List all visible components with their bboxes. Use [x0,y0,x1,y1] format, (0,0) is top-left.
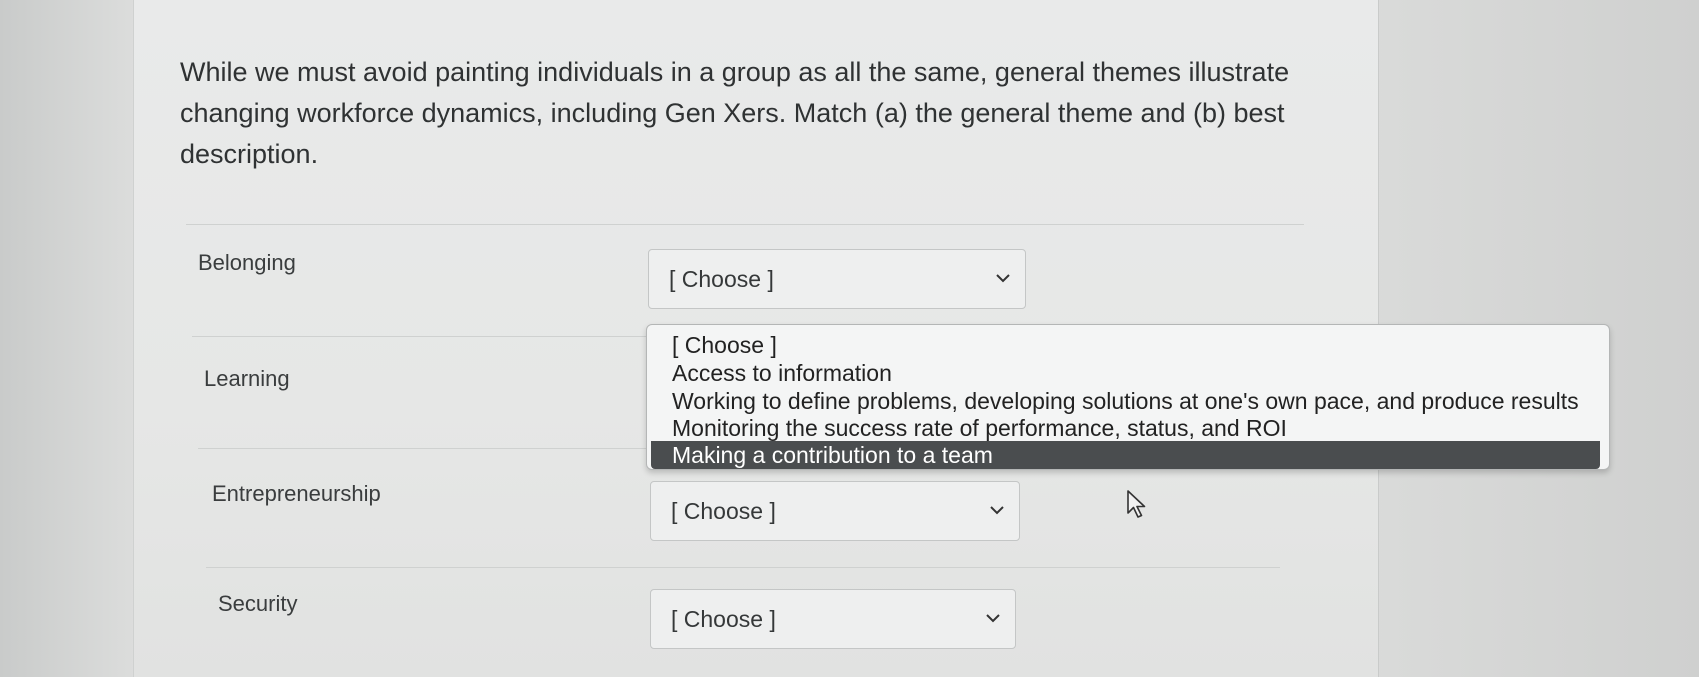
chevron-down-icon [986,614,1000,623]
dropdown-option[interactable]: Working to define problems, developing s… [647,387,1609,415]
row-divider [186,224,1304,225]
mouse-pointer-icon [1127,490,1146,518]
dropdown-option[interactable]: [ Choose ] [647,331,1609,359]
chevron-down-icon [996,274,1010,283]
entrepreneurship-select[interactable]: [ Choose ] [650,481,1020,541]
dropdown-option[interactable]: Monitoring the success rate of performan… [647,414,1609,442]
theme-label-learning: Learning [204,366,290,391]
security-select-value: [ Choose ] [671,606,776,632]
row-divider [206,567,1280,568]
belonging-select-value: [ Choose ] [669,266,774,292]
theme-label-belonging: Belonging [198,250,296,275]
security-select[interactable]: [ Choose ] [650,589,1016,649]
learning-select-dropdown[interactable]: [ Choose ] Access to information Working… [646,324,1610,470]
theme-label-security: Security [218,591,298,616]
dropdown-option-highlighted[interactable]: Making a contribution to a team [651,441,1600,469]
question-prompt: While we must avoid painting individuals… [180,57,1290,169]
dropdown-option[interactable]: Access to information [647,359,1609,387]
entrepreneurship-select-value: [ Choose ] [671,498,776,524]
belonging-select[interactable]: [ Choose ] [648,249,1026,309]
theme-label-entrepreneurship: Entrepreneurship [212,481,381,506]
chevron-down-icon [990,506,1004,515]
